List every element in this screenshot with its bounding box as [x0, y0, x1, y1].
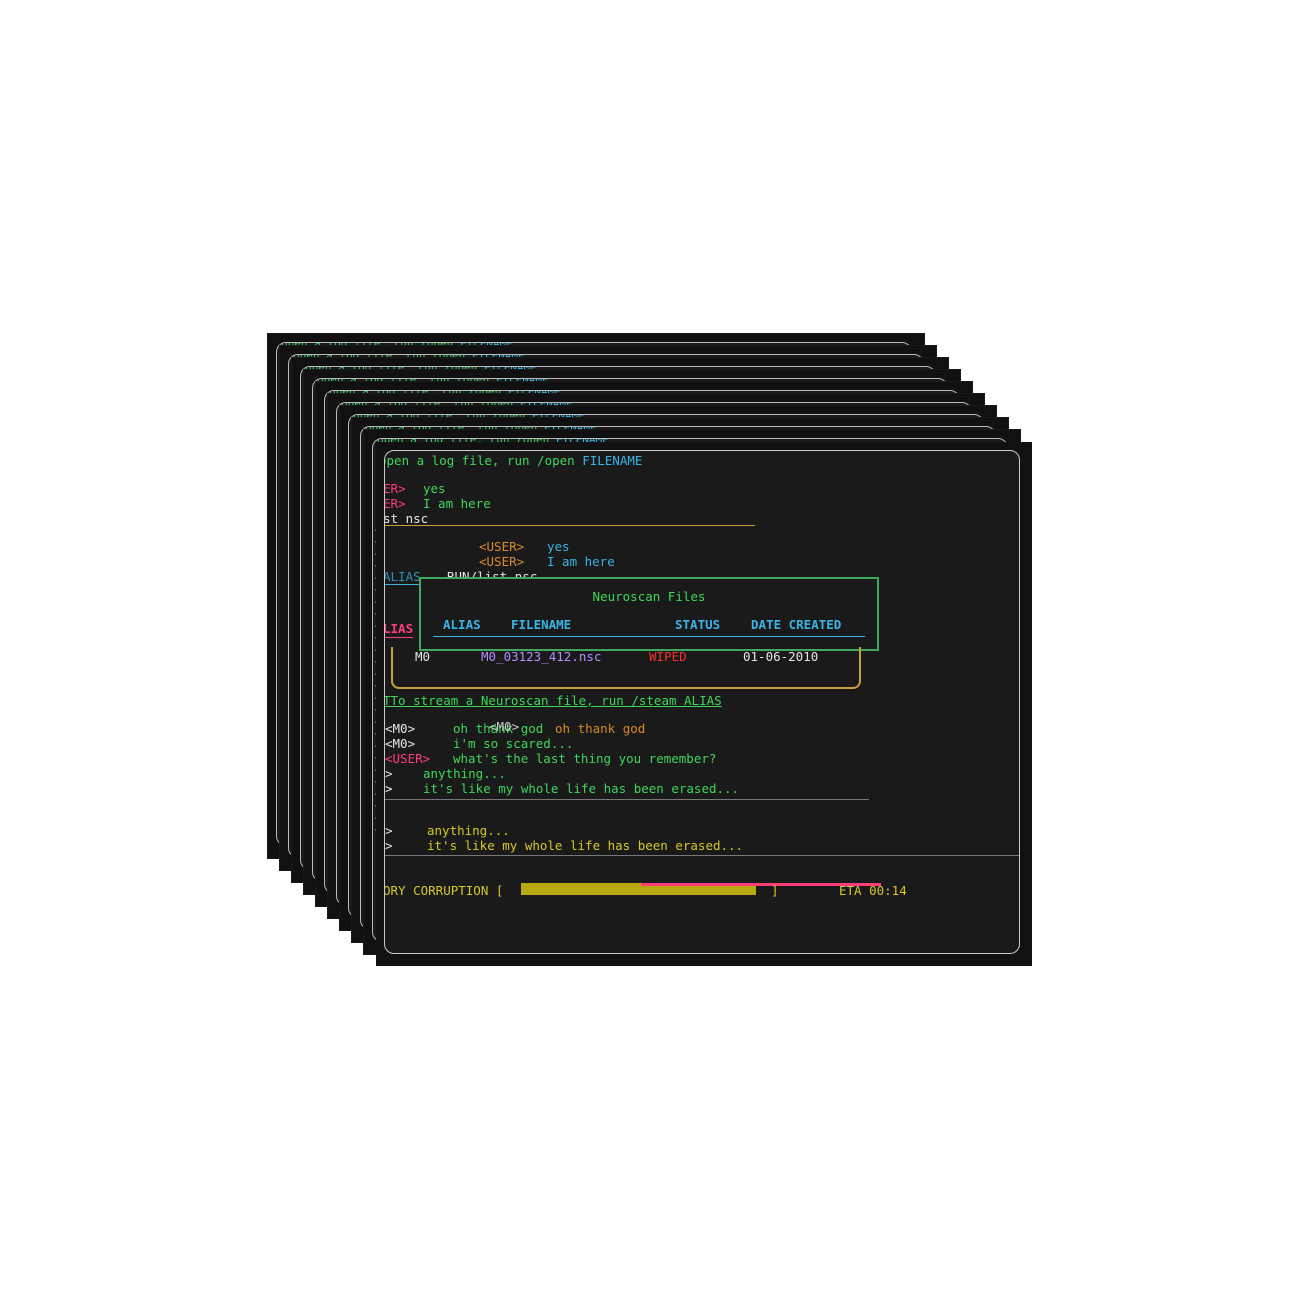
- echo-here: I am here: [547, 554, 615, 569]
- user-tag-1: ER>: [384, 481, 406, 496]
- chat-tag-2: <M0>: [385, 736, 416, 751]
- chat-text-2: i'm so scared...: [453, 736, 574, 751]
- chat-text-3: what's the last thing you remember?: [453, 751, 717, 766]
- echo-user-tag-2: <USER>: [479, 554, 525, 569]
- divider-3: [385, 637, 413, 638]
- chat-line-yes: yes: [423, 481, 446, 496]
- glitch-tag-1: >: [385, 823, 393, 838]
- col-filename: FILENAME: [511, 617, 572, 632]
- modal-title: Neuroscan Files: [592, 589, 706, 604]
- chat-tag-4: >: [385, 766, 393, 781]
- alias-fragment: ALIAS: [384, 569, 421, 584]
- stream-hint: TTo stream a Neuroscan file, run /steam …: [384, 693, 722, 708]
- file-status: WIPED: [649, 649, 687, 664]
- user-tag-2: ER>: [384, 496, 406, 511]
- chat-tag-5: >: [385, 781, 393, 796]
- eta-label: ETA 00:14: [839, 883, 907, 898]
- echo-text: oh thank god: [555, 721, 646, 736]
- left-alias-fragment: LIAS: [384, 621, 414, 636]
- cmd-fragment: st_nsc: [384, 511, 429, 526]
- glitch-tag-2: >: [385, 838, 393, 853]
- glitch-text-2: it's like my whole life has been erased.…: [427, 838, 744, 853]
- status-divider: [385, 855, 1019, 856]
- echo-user-tag-1: <USER>: [479, 539, 525, 554]
- terminal-screen[interactable]: open a log file, run /open FILENAME ER> …: [384, 450, 1020, 954]
- neuroscan-files-modal: Neuroscan Files ALIAS FILENAME STATUS DA…: [419, 577, 879, 651]
- chat-tag-1: <M0>: [385, 721, 416, 736]
- corruption-close: ]: [771, 883, 779, 898]
- file-date: 01-06-2010: [743, 649, 819, 664]
- corruption-label: ORY CORRUPTION [: [384, 883, 504, 898]
- col-alias: ALIAS: [443, 617, 481, 632]
- chat-line-here: I am here: [423, 496, 491, 511]
- echo-yes: yes: [547, 539, 570, 554]
- chat-text-4: anything...: [423, 766, 506, 781]
- col-status: STATUS: [675, 617, 721, 632]
- terminal-window[interactable]: open a log file, run /open FILENAME ER> …: [376, 442, 1032, 966]
- open-hint: open a log file, run /open FILENAME: [384, 453, 643, 468]
- file-alias[interactable]: M0: [415, 649, 430, 664]
- file-name[interactable]: M0_03123_412.nsc: [481, 649, 601, 664]
- echo-tag: <M0>: [489, 719, 520, 734]
- chat-text-5: it's like my whole life has been erased.…: [423, 781, 740, 796]
- divider-1: [385, 525, 755, 526]
- modal-header-rule: [433, 636, 865, 637]
- glitch-text-1: anything...: [427, 823, 510, 838]
- col-date-created: DATE CREATED: [751, 617, 842, 632]
- chat-tag-3: <USER>: [385, 751, 431, 766]
- divider-4: [385, 799, 869, 800]
